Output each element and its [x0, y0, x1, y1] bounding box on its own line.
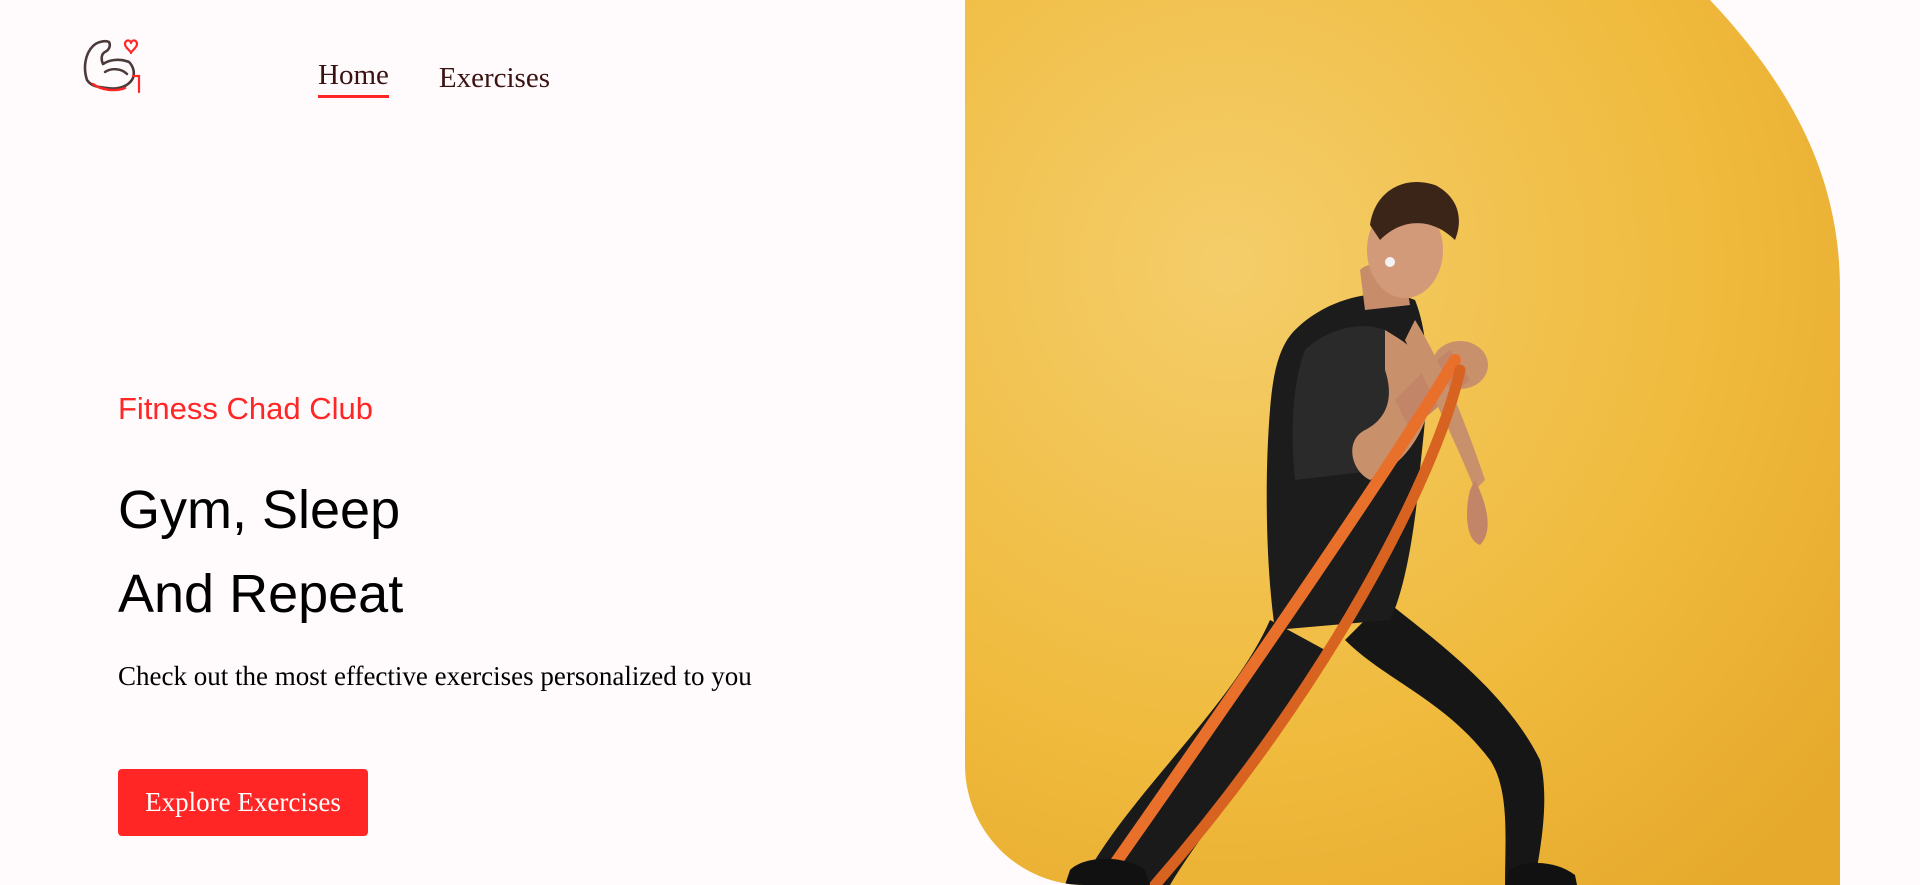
nav-link-exercises[interactable]: Exercises: [439, 62, 550, 98]
explore-exercises-button[interactable]: Explore Exercises: [118, 769, 368, 836]
hero-headline: Gym, Sleep And Repeat: [118, 468, 938, 636]
hero-section: Fitness Chad Club Gym, Sleep And Repeat …: [118, 390, 938, 693]
hero-eyebrow: Fitness Chad Club: [118, 391, 374, 426]
hero-banner-image: [965, 0, 1840, 885]
hero-subtitle: Check out the most effective exercises p…: [118, 661, 752, 692]
main-nav: Home Exercises: [318, 59, 550, 98]
logo[interactable]: [79, 32, 141, 96]
athlete-resistance-band-photo: [965, 0, 1840, 885]
hero-headline-line1: Gym, Sleep: [118, 480, 401, 541]
hero-headline-line2: And Repeat: [118, 564, 404, 625]
nav-link-home[interactable]: Home: [318, 59, 389, 98]
flexed-arm-heart-icon: [83, 39, 141, 94]
